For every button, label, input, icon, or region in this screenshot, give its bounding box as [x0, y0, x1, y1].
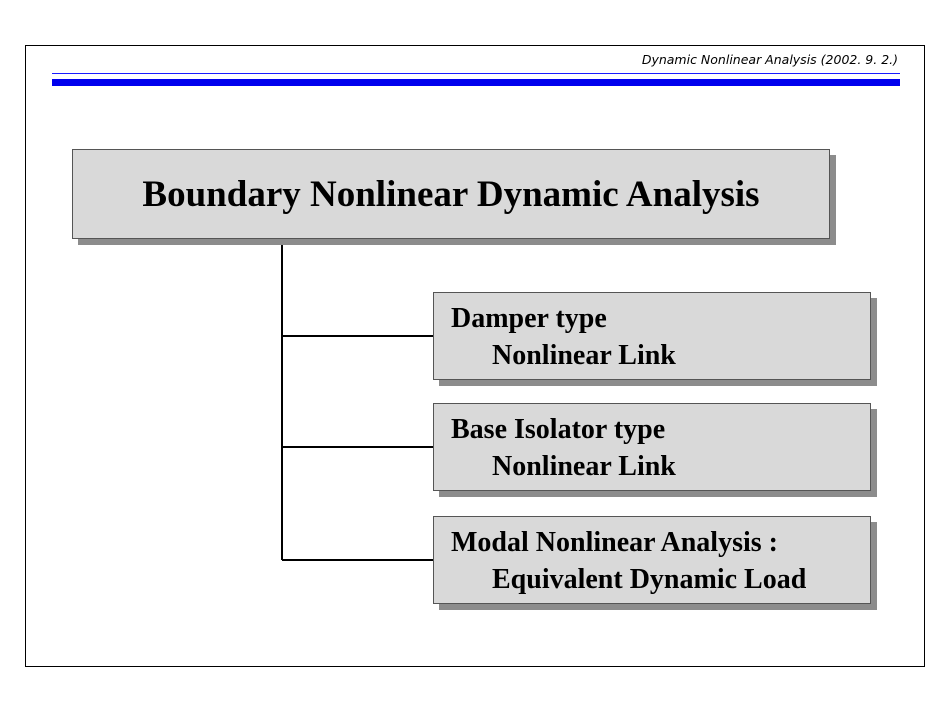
- child-node-base-isolator: Base Isolator type Nonlinear Link: [433, 403, 871, 491]
- child-node-detail: Nonlinear Link: [492, 451, 676, 482]
- child-node-title: Damper type: [451, 303, 607, 334]
- child-node-damper: Damper type Nonlinear Link: [433, 292, 871, 380]
- root-node-label: Boundary Nonlinear Dynamic Analysis: [142, 173, 760, 215]
- child-node-detail: Equivalent Dynamic Load: [492, 564, 807, 595]
- header-title: Dynamic Nonlinear Analysis (2002. 9. 2.): [641, 52, 898, 67]
- header-rule-thin: [52, 73, 900, 74]
- child-node-modal-nonlinear: Modal Nonlinear Analysis : Equivalent Dy…: [433, 516, 871, 604]
- root-node-box: Boundary Nonlinear Dynamic Analysis: [72, 149, 830, 239]
- child-node-title: Base Isolator type: [451, 414, 666, 445]
- child-node-title: Modal Nonlinear Analysis :: [451, 527, 778, 558]
- header-rule-thick: [52, 79, 900, 86]
- slide: Dynamic Nonlinear Analysis (2002. 9. 2.)…: [25, 45, 925, 667]
- child-node-detail: Nonlinear Link: [492, 340, 676, 371]
